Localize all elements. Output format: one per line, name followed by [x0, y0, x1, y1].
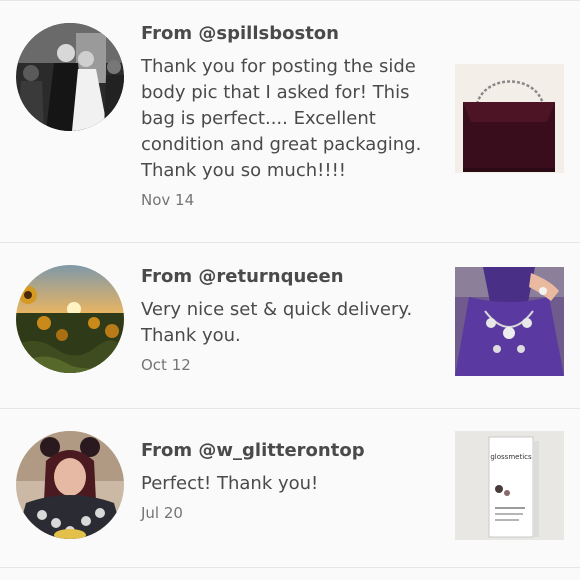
- review-date: Nov 14: [141, 191, 195, 209]
- woman-with-mouse-ears-avatar[interactable]: [16, 431, 124, 539]
- product-box-label: glossmetics: [490, 453, 532, 461]
- review-author[interactable]: From @returnqueen: [141, 265, 441, 289]
- review-item: From @w_glitterontop Perfect! Thank you!…: [0, 409, 580, 567]
- review-date: Oct 12: [141, 356, 191, 374]
- review-text: Thank you for posting the side body pic …: [141, 56, 422, 181]
- review-list: From @spillsboston Thank you for posting…: [0, 0, 580, 580]
- review-date: Jul 20: [141, 504, 183, 522]
- velvet-chain-bag-thumbnail[interactable]: [455, 64, 564, 173]
- glossmetics-box-thumbnail[interactable]: glossmetics: [455, 431, 564, 540]
- review-author[interactable]: From @w_glitterontop: [141, 439, 441, 463]
- review-text: Very nice set & quick delivery. Thank yo…: [141, 299, 413, 346]
- review-author[interactable]: From @spillsboston: [141, 22, 441, 46]
- review-text: Perfect! Thank you!: [141, 473, 319, 494]
- divider: [0, 567, 580, 568]
- wedding-photo-avatar[interactable]: [16, 23, 124, 131]
- review-item: From @returnqueen Very nice set & quick …: [0, 243, 580, 407]
- review-item: From @spillsboston Thank you for posting…: [0, 0, 580, 242]
- necklace-on-bust-thumbnail[interactable]: [455, 267, 564, 376]
- sunflower-field-avatar[interactable]: [16, 265, 124, 373]
